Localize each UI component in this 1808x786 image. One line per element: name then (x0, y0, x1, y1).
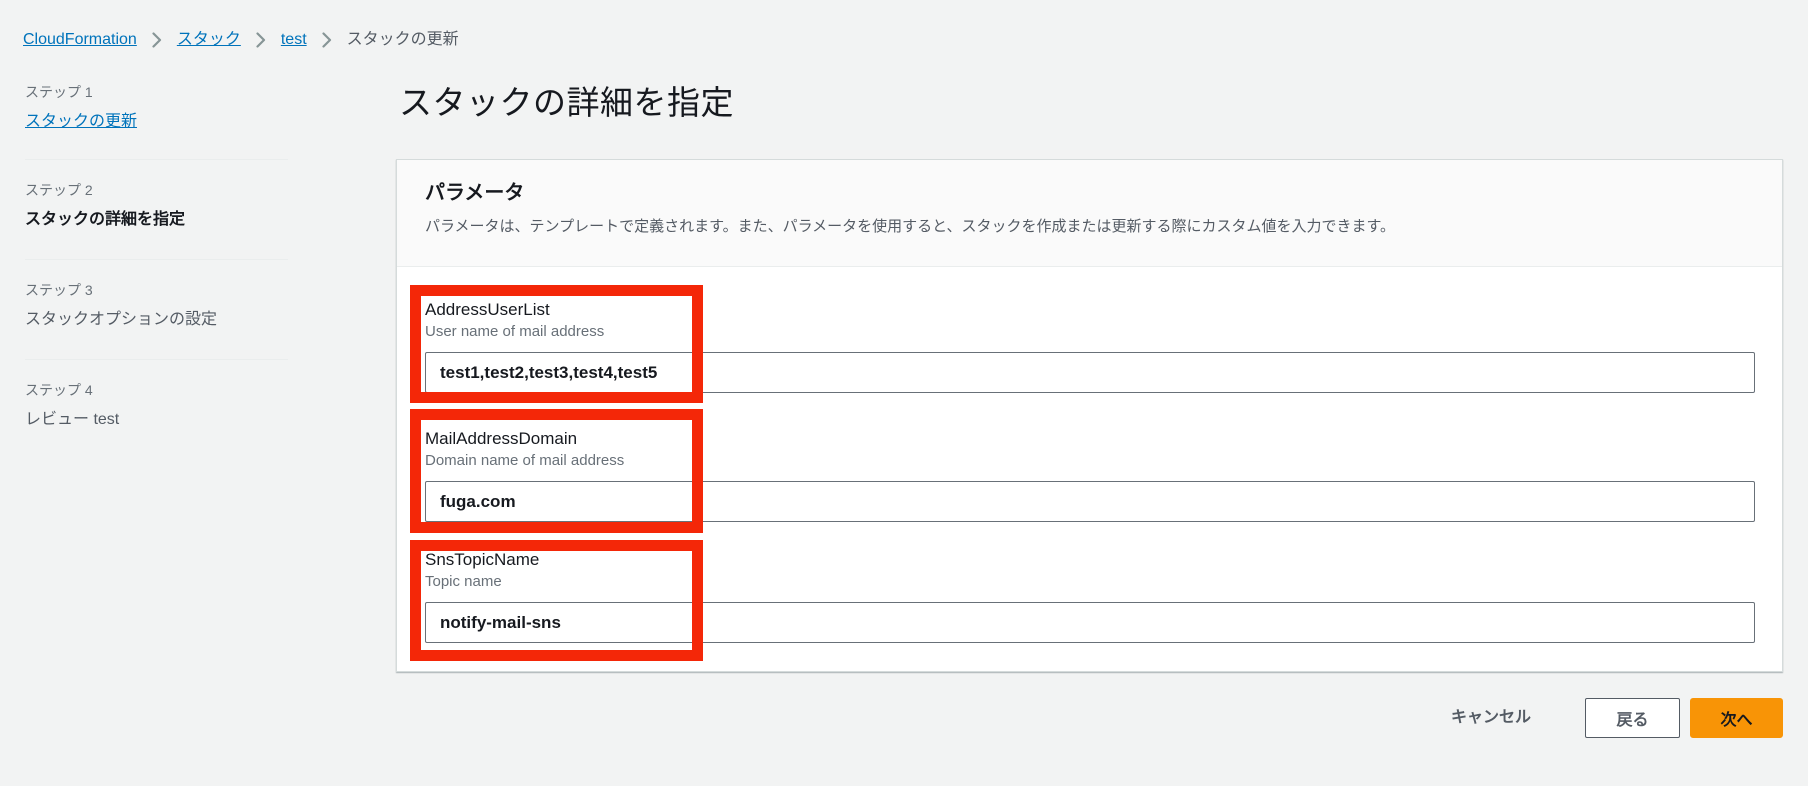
parameter-description: Domain name of mail address (425, 452, 625, 469)
parameter-name: SnsTopicName (425, 550, 540, 569)
parameter-description: Topic name (425, 573, 502, 590)
breadcrumb: CloudFormation スタック test スタックの更新 (23, 30, 459, 50)
breadcrumb-link-stacks[interactable]: スタック (177, 30, 241, 50)
step-3-label: ステップ 3 (25, 282, 93, 298)
parameter-description: User name of mail address (425, 323, 605, 340)
parameters-panel: パラメータ パラメータは、テンプレートで定義されます。また、パラメータを使用する… (396, 159, 1783, 672)
parameters-panel-description: パラメータは、テンプレートで定義されます。また、パラメータを使用すると、スタック… (425, 218, 1396, 235)
parameter-input-snstopicname[interactable] (425, 602, 1755, 643)
breadcrumb-link-cloudformation[interactable]: CloudFormation (23, 30, 137, 50)
chevron-right-icon (322, 32, 332, 48)
sidebar-divider (25, 159, 288, 160)
step-2-title-current: スタックの詳細を指定 (25, 211, 186, 228)
back-button[interactable]: 戻る (1585, 698, 1680, 738)
cloudformation-update-stack-page: CloudFormation スタック test スタックの更新 ステップ 1 … (0, 0, 1808, 786)
breadcrumb-link-stack-test[interactable]: test (281, 30, 307, 50)
parameter-input-addressuserlist[interactable] (425, 352, 1755, 393)
next-button[interactable]: 次へ (1690, 698, 1783, 738)
step-2-label: ステップ 2 (25, 182, 93, 198)
parameter-name: MailAddressDomain (425, 429, 578, 448)
sidebar-divider (25, 259, 288, 260)
breadcrumb-current: スタックの更新 (346, 31, 459, 48)
parameter-group-addressuserlist: AddressUserList User name of mail addres… (425, 300, 1755, 393)
step-4-title: レビュー test (25, 411, 120, 428)
parameters-panel-header: パラメータ パラメータは、テンプレートで定義されます。また、パラメータを使用する… (397, 160, 1782, 267)
parameter-group-mailaddressdomain: MailAddressDomain Domain name of mail ad… (425, 429, 1755, 522)
parameters-panel-title: パラメータ (425, 182, 525, 204)
parameter-group-snstopicname: SnsTopicName Topic name (425, 550, 1755, 643)
cancel-button[interactable]: キャンセル (1451, 707, 1531, 729)
step-3-title: スタックオプションの設定 (25, 311, 218, 328)
sidebar-divider (25, 359, 288, 360)
step-1-label: ステップ 1 (25, 84, 93, 100)
step-1-link[interactable]: スタックの更新 (25, 112, 137, 132)
chevron-right-icon (256, 32, 266, 48)
step-4-label: ステップ 4 (25, 382, 93, 398)
parameter-input-mailaddressdomain[interactable] (425, 481, 1755, 522)
parameter-name: AddressUserList (425, 300, 550, 319)
chevron-right-icon (152, 32, 162, 48)
page-title: スタックの詳細を指定 (399, 84, 734, 121)
